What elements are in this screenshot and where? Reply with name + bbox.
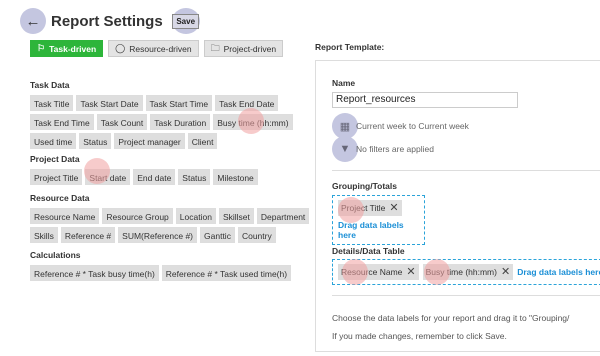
label-chip[interactable]: Task Title [30,95,74,111]
label-chip[interactable]: Status [79,133,112,149]
mode-label: Project-driven [223,43,277,54]
label-chip[interactable]: Busy time (hh:mm) [213,114,293,130]
label-chip[interactable]: Skills [30,227,58,243]
label-chip[interactable]: Location [175,208,216,224]
details-chip-label: Resource Name [341,267,403,277]
details-chip[interactable]: Resource Name ✕ [338,264,419,280]
details-chip[interactable]: Busy time (hh:mm) ✕ [422,264,514,280]
label-chip[interactable]: Task Start Time [145,95,213,111]
label-chip[interactable]: Status [178,169,211,185]
details-title: Details/Data Table [332,246,405,256]
remove-icon[interactable]: ✕ [389,202,398,214]
label-chip[interactable]: Milestone [213,169,258,185]
report-template-label: Report Template: [315,42,385,52]
folder-icon: 🗀 [210,42,220,53]
grouping-chip-label: Project Title [341,203,386,213]
divider [332,295,600,296]
info-line: If you made changes, remember to click S… [332,331,507,341]
filters-text[interactable]: No filters are applied [356,144,434,154]
label-chip[interactable]: Task Start Date [76,95,143,111]
details-chip-label: Busy time (hh:mm) [425,267,497,277]
info-line: Choose the data labels for your report a… [332,313,570,323]
mode-label: Task-driven [49,43,97,54]
label-chip[interactable]: End date [133,169,176,185]
section-title: Task Data [30,80,70,90]
label-chip[interactable]: Start date [85,169,131,185]
label-chip[interactable]: Department [256,208,310,224]
label-chip[interactable]: Client [187,133,218,149]
drop-hint: Drag data labels here [338,220,404,240]
label-chip[interactable]: Resource Group [102,208,173,224]
section-title: Project Data [30,154,80,164]
mode-label: Resource-driven [129,43,192,54]
save-button[interactable]: Save [171,8,200,34]
grouping-drop-zone[interactable]: Project Title ✕ Drag data labels here [332,195,425,245]
grouping-chip[interactable]: Project Title ✕ [338,200,402,216]
drop-icon: ◯ [115,43,126,53]
label-chip[interactable]: Reference # * Task used time(h) [161,265,292,281]
save-label[interactable]: Save [172,13,200,29]
mode-selector: ⚐ Task-driven ◯ Resource-driven 🗀 Projec… [30,40,284,57]
filter-icon[interactable]: ▼ [332,136,358,162]
label-chip[interactable]: Task End Time [30,114,94,130]
label-chip[interactable]: Used time [30,133,77,149]
info-text: Choose the data labels for your report a… [332,309,569,345]
details-drop-zone[interactable]: Resource Name ✕ Busy time (hh:mm) ✕ Drag… [332,259,600,285]
task-data-section: Task Data Task Title Task Start Date Tas… [30,80,293,152]
name-label: Name [332,78,356,88]
remove-icon[interactable]: ✕ [501,266,510,278]
page-title: Report Settings [51,12,163,30]
calculations-section: Calculations Reference # * Task busy tim… [30,250,292,284]
mode-task-driven-button[interactable]: ⚐ Task-driven [30,40,104,57]
section-title: Calculations [30,250,81,260]
label-chip[interactable]: Project manager [114,133,185,149]
report-template-panel: Name Report_resources ▦ Current week to … [315,60,600,352]
drop-hint: Drag data labels here [517,267,600,277]
label-chip[interactable]: SUM(Reference #) [118,227,198,243]
flag-icon: ⚐ [37,43,46,53]
back-arrow-icon[interactable]: ← [20,8,46,34]
mode-project-driven-button[interactable]: 🗀 Project-driven [203,40,284,57]
section-title: Resource Data [30,193,90,203]
label-chip[interactable]: Task End Date [215,95,279,111]
resource-data-section: Resource Data Resource Name Resource Gro… [30,193,310,246]
label-chip[interactable]: Project Title [30,169,83,185]
label-chip[interactable]: Task Duration [150,114,211,130]
grouping-title: Grouping/Totals [332,181,398,191]
mode-resource-driven-button[interactable]: ◯ Resource-driven [108,40,199,57]
project-data-section: Project Data Project Title Start date En… [30,154,258,188]
report-name-input[interactable]: Report_resources [332,92,518,108]
filters-row[interactable]: ▼ No filters are applied [332,136,434,162]
date-range-text[interactable]: Current week to Current week [356,121,469,131]
header: ← Report Settings Save [20,8,200,34]
label-chip[interactable]: Skillset [218,208,254,224]
label-chip[interactable]: Task Count [96,114,148,130]
label-chip[interactable]: Reference # [60,227,116,243]
label-chip[interactable]: Resource Name [30,208,100,224]
label-chip[interactable]: Country [237,227,276,243]
remove-icon[interactable]: ✕ [406,266,415,278]
label-chip[interactable]: Reference # * Task busy time(h) [30,265,159,281]
divider [332,170,600,171]
label-chip[interactable]: Ganttic [200,227,235,243]
